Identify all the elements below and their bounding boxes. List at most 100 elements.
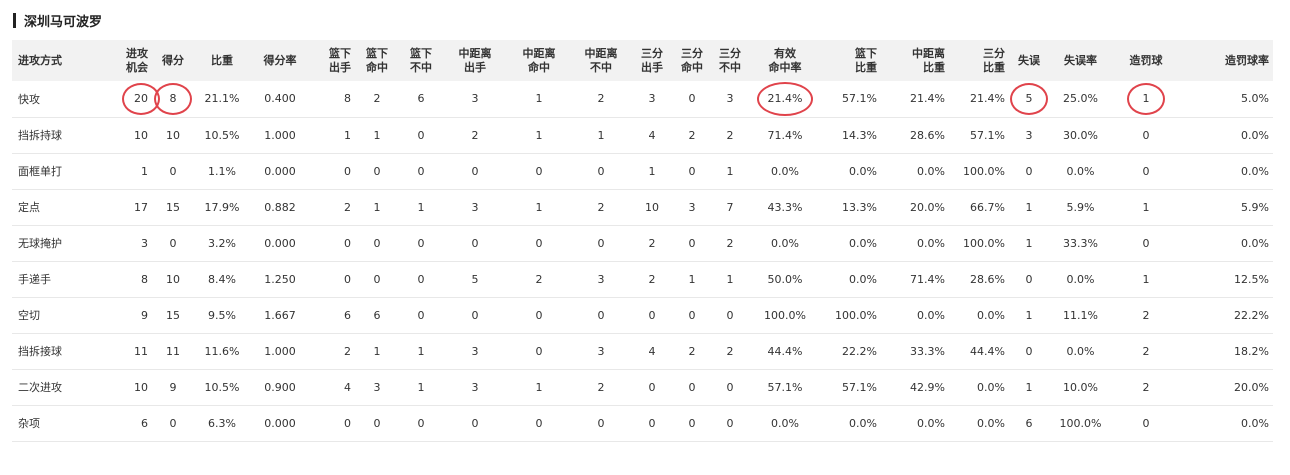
stat-cell: 57.1% — [749, 369, 821, 406]
stat-value: 0 — [688, 308, 696, 322]
column-header: 得分 — [162, 53, 184, 67]
stat-cell: 10.5% — [194, 117, 250, 154]
stat-cell: 1 — [399, 369, 443, 406]
stat-cell: 0 — [399, 225, 443, 262]
stat-cell: 0.0% — [881, 405, 949, 442]
stat-value: 0 — [535, 236, 543, 250]
stat-value: 3 — [597, 272, 605, 286]
column-header: 中距离 不中 — [584, 46, 618, 74]
stat-value: 25.0% — [1063, 92, 1098, 106]
stat-cell: 0 — [152, 153, 194, 190]
stat-value: 0 — [373, 236, 381, 250]
stat-value: 100.0% — [835, 308, 877, 322]
stat-value: 1 — [535, 128, 543, 142]
stat-cell: 0 — [399, 405, 443, 442]
stat-cell: 1 — [507, 189, 571, 226]
stat-value: 1 — [1025, 308, 1033, 322]
stat-value: 0.000 — [264, 164, 296, 178]
stat-cell: 0.000 — [250, 153, 310, 190]
stat-value: 1 — [1025, 236, 1033, 250]
stat-cell: 0 — [443, 297, 507, 334]
stat-cell: 3 — [355, 369, 399, 406]
table-row: 无球掩护 3 0 3.2% 0.000 0 0 0 0 0 0 2 0 2 0.0% 0.0% 0.0% 100.… — [12, 225, 1273, 262]
stat-value: 1 — [535, 380, 543, 394]
stat-value: 2 — [373, 92, 381, 106]
stat-value: 3.2% — [208, 236, 236, 250]
stat-value: 0 — [688, 380, 696, 394]
stat-cell: 0 — [355, 225, 399, 262]
stat-cell: 5 — [1009, 81, 1049, 118]
stat-value: 0 — [597, 164, 605, 178]
stat-cell: 22.2% — [1180, 297, 1273, 334]
table-row: 面框单打 1 0 1.1% 0.000 0 0 0 0 0 0 1 0 1 0.0% 0.0% 0.0% 100.… — [12, 153, 1273, 190]
stat-value: 1 — [648, 164, 656, 178]
stat-value: 0.0% — [849, 236, 877, 250]
stat-cell: 5.9% — [1049, 189, 1112, 226]
stat-cell: 3 — [443, 81, 507, 118]
stat-cell: 43.3% — [749, 189, 821, 226]
stat-cell: 17.9% — [194, 189, 250, 226]
stat-cell: 57.1% — [821, 81, 881, 118]
stat-cell: 2 — [355, 81, 399, 118]
stat-value: 1 — [688, 272, 696, 286]
stat-value: 100.0% — [963, 236, 1005, 250]
stat-cell: 1 — [310, 117, 355, 154]
stat-cell: 5.9% — [1180, 189, 1273, 226]
stat-value: 1 — [597, 128, 605, 142]
stat-value: 57.1% — [842, 380, 877, 394]
stat-cell: 0 — [631, 297, 673, 334]
header-row: 进攻方式 进攻 机会 得分 比重 得分率 篮下 出手 篮下 命中 篮下 不中 中距离 出手 中距离… — [12, 40, 1273, 81]
stat-cell: 0 — [443, 153, 507, 190]
stat-value: 9.5% — [208, 308, 236, 322]
stat-cell: 5 — [443, 261, 507, 298]
stat-cell: 1.000 — [250, 117, 310, 154]
stat-value: 3 — [1025, 128, 1033, 142]
stat-value: 17 — [134, 200, 148, 214]
stat-cell: 10 — [152, 261, 194, 298]
stat-cell: 0.0% — [881, 225, 949, 262]
stat-value: 2 — [344, 344, 351, 358]
stat-value: 1 — [344, 128, 351, 142]
stat-cell: 6 — [102, 405, 152, 442]
attack-type-cell: 二次进攻 — [12, 369, 102, 406]
stat-value: 0 — [535, 164, 543, 178]
column-header: 失误 — [1018, 53, 1040, 67]
stat-value: 1 — [417, 380, 425, 394]
stat-cell: 3 — [631, 81, 673, 118]
stat-cell: 2 — [1112, 333, 1180, 370]
stat-cell: 11 — [102, 333, 152, 370]
stat-cell: 0.0% — [881, 153, 949, 190]
column-header: 三分 比重 — [983, 46, 1005, 74]
stat-value: 2 — [1142, 380, 1150, 394]
stat-value: 0.0% — [1066, 272, 1095, 286]
stat-value: 0 — [597, 416, 605, 430]
stat-cell: 0 — [571, 297, 631, 334]
stat-value: 10.5% — [204, 128, 240, 142]
column-header: 三分 命中 — [681, 46, 703, 74]
stat-value: 2 — [535, 272, 543, 286]
stat-cell: 1 — [507, 369, 571, 406]
stat-cell: 0.0% — [1180, 225, 1273, 262]
stat-value: 2 — [597, 380, 605, 394]
stat-value: 0.0% — [977, 380, 1005, 394]
stat-cell: 0 — [571, 405, 631, 442]
stat-value: 10 — [134, 128, 148, 142]
circled-stat-value: 5 — [1025, 92, 1033, 106]
stat-cell: 0 — [571, 225, 631, 262]
stat-cell: 21.4% — [949, 81, 1009, 118]
stat-value: 0 — [471, 236, 479, 250]
stat-value: 4 — [344, 380, 351, 394]
stat-value: 6 — [417, 92, 425, 106]
stat-cell: 0 — [507, 333, 571, 370]
stat-value: 1 — [1025, 380, 1033, 394]
stat-cell: 0 — [673, 369, 711, 406]
stat-value: 57.1% — [767, 380, 803, 394]
stat-cell: 7 — [711, 189, 749, 226]
stat-value: 3 — [726, 92, 734, 106]
stat-value: 0 — [648, 416, 656, 430]
stat-value: 1 — [726, 164, 734, 178]
stat-value: 6 — [344, 308, 351, 322]
stat-value: 0 — [535, 344, 543, 358]
stat-cell: 0 — [443, 225, 507, 262]
stat-value: 21.4% — [970, 92, 1005, 106]
